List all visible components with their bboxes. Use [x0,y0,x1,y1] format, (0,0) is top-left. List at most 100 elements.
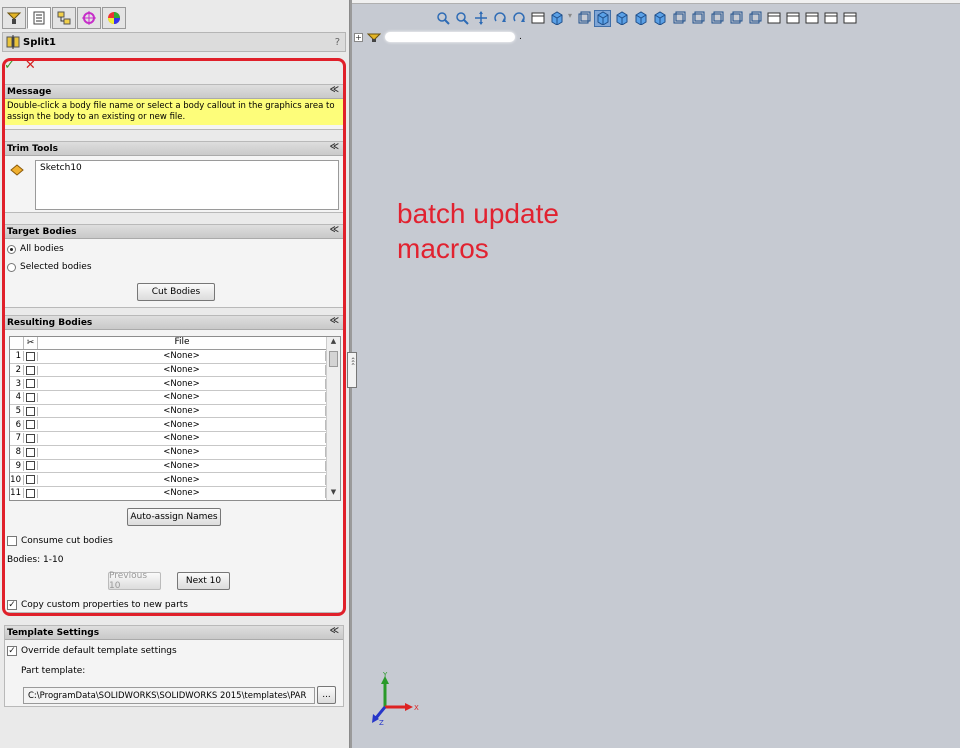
table-row[interactable]: 3 <None> [10,377,340,392]
cancel-x-icon[interactable]: ✕ [25,58,36,73]
table-row[interactable]: 1 <None> [10,350,340,364]
all-bodies-radio[interactable]: All bodies [7,242,343,256]
two-view-horizontal-icon[interactable] [784,10,801,27]
ok-check-icon[interactable]: ✓ [4,58,15,73]
row-checkbox[interactable] [24,406,38,416]
view-orientation-icon[interactable] [548,10,565,27]
trim-tools-header[interactable]: Trim Tools ≪ [5,142,343,156]
browse-button[interactable]: ... [317,686,336,704]
top-view-icon[interactable] [651,10,668,27]
two-view-vertical-icon[interactable] [803,10,820,27]
back-view-icon[interactable] [594,9,611,27]
row-file-name[interactable]: <None> [38,406,326,417]
right-view-icon[interactable] [632,10,649,27]
row-file-name[interactable]: <None> [38,378,326,389]
table-row[interactable]: 8 <None> [10,446,340,460]
resulting-bodies-header[interactable]: Resulting Bodies ≪ [5,316,343,330]
checkbox-box[interactable] [26,420,35,430]
property-manager-tab[interactable] [27,7,51,29]
table-row[interactable]: 5 <None> [10,405,340,419]
rollback-icon[interactable] [510,10,527,27]
row-file-name[interactable]: <None> [38,460,326,471]
table-row[interactable]: 2 <None> [10,364,340,378]
zoom-area-icon[interactable] [453,10,470,27]
table-row[interactable]: 6 <None> [10,418,340,433]
display-manager-tab[interactable] [102,7,126,29]
trimetric-view-icon[interactable] [708,10,725,27]
consume-cut-bodies-checkbox[interactable]: Consume cut bodies [7,534,113,548]
table-row[interactable]: 4 <None> [10,391,340,405]
row-checkbox[interactable] [24,433,38,443]
collapse-icon[interactable]: ≪ [330,626,339,636]
row-checkbox[interactable] [24,488,38,498]
collapse-icon[interactable]: ≪ [330,142,339,152]
single-view-icon[interactable] [765,10,782,27]
row-checkbox[interactable] [24,392,38,402]
table-row[interactable]: 9 <None> [10,460,340,474]
checkbox-box[interactable] [26,365,35,375]
checkbox-box[interactable] [26,379,35,389]
left-view-icon[interactable] [613,10,630,27]
row-checkbox[interactable] [24,351,38,361]
scroll-down-icon[interactable]: ▼ [327,488,340,500]
trim-tool-item[interactable]: Sketch10 [40,163,334,173]
row-file-name[interactable]: <None> [38,365,326,376]
row-file-name[interactable]: <None> [38,392,326,403]
dimetric-view-icon[interactable] [727,10,744,27]
checkbox-box[interactable] [26,475,35,485]
selected-bodies-radio[interactable]: Selected bodies [7,260,343,274]
part-template-field[interactable]: C:\ProgramData\SOLIDWORKS\SOLIDWORKS 201… [23,687,315,704]
zoom-to-fit-icon[interactable] [434,10,451,27]
table-scrollbar[interactable]: ▲ ▼ [326,337,340,500]
four-view-icon[interactable] [822,10,839,27]
radio-dot[interactable] [7,262,16,272]
scroll-up-icon[interactable]: ▲ [327,337,340,349]
tree-expand-icon[interactable]: + [354,32,363,42]
checkbox-box[interactable]: ✓ [7,600,17,610]
help-button[interactable]: ? [335,37,340,48]
checkbox-box[interactable] [26,447,35,457]
auto-assign-names-button[interactable]: Auto-assign Names [127,508,221,526]
row-file-name[interactable]: <None> [38,488,326,499]
trim-tools-list[interactable]: Sketch10 [35,160,339,210]
template-settings-header[interactable]: Template Settings ≪ [5,626,343,640]
collapse-icon[interactable]: ≪ [330,85,339,95]
panel-collapse-handle[interactable]: ‹‹‹ [347,352,357,388]
previous-10-button[interactable]: Previous 10 [108,571,161,591]
scroll-thumb[interactable] [329,351,338,367]
checkbox-box[interactable] [26,461,35,471]
table-row[interactable]: 11 <None> [10,487,340,500]
row-checkbox[interactable] [24,365,38,375]
isometric-view-icon[interactable] [689,10,706,27]
row-checkbox[interactable] [24,379,38,389]
front-view-icon[interactable] [575,10,592,27]
checkbox-box[interactable] [26,406,35,416]
message-header[interactable]: Message ≪ [5,85,343,99]
row-file-name[interactable]: <None> [38,433,326,444]
collapse-icon[interactable]: ≪ [330,316,339,326]
row-checkbox[interactable] [24,461,38,471]
checkbox-box[interactable] [26,433,35,443]
resulting-bodies-table[interactable]: ✂ File 1 <None> 2 <None> 3 <None> 4 <None> 5 <Non… [9,336,341,501]
rotate-icon[interactable] [491,10,508,27]
checkbox-box[interactable] [26,351,35,361]
section-view-icon[interactable] [529,10,546,27]
row-checkbox[interactable] [24,420,38,430]
link-views-icon[interactable] [841,10,858,27]
copy-custom-properties-checkbox[interactable]: ✓ Copy custom properties to new parts [7,598,188,612]
collapse-icon[interactable]: ≪ [330,225,339,235]
row-checkbox[interactable] [24,475,38,485]
row-file-name[interactable]: <None> [38,474,326,485]
target-bodies-header[interactable]: Target Bodies ≪ [5,225,343,239]
table-row[interactable]: 10 <None> [10,473,340,487]
pan-icon[interactable] [472,10,489,27]
bottom-view-icon[interactable] [670,10,687,27]
row-file-name[interactable]: <None> [38,351,326,362]
checkbox-box[interactable] [26,392,35,402]
table-row[interactable]: 7 <None> [10,432,340,446]
cut-bodies-button[interactable]: Cut Bodies [137,283,215,301]
feature-manager-tab[interactable] [2,7,26,29]
next-10-button[interactable]: Next 10 [177,572,230,590]
row-checkbox[interactable] [24,447,38,457]
override-template-checkbox[interactable]: ✓ Override default template settings [7,644,177,658]
